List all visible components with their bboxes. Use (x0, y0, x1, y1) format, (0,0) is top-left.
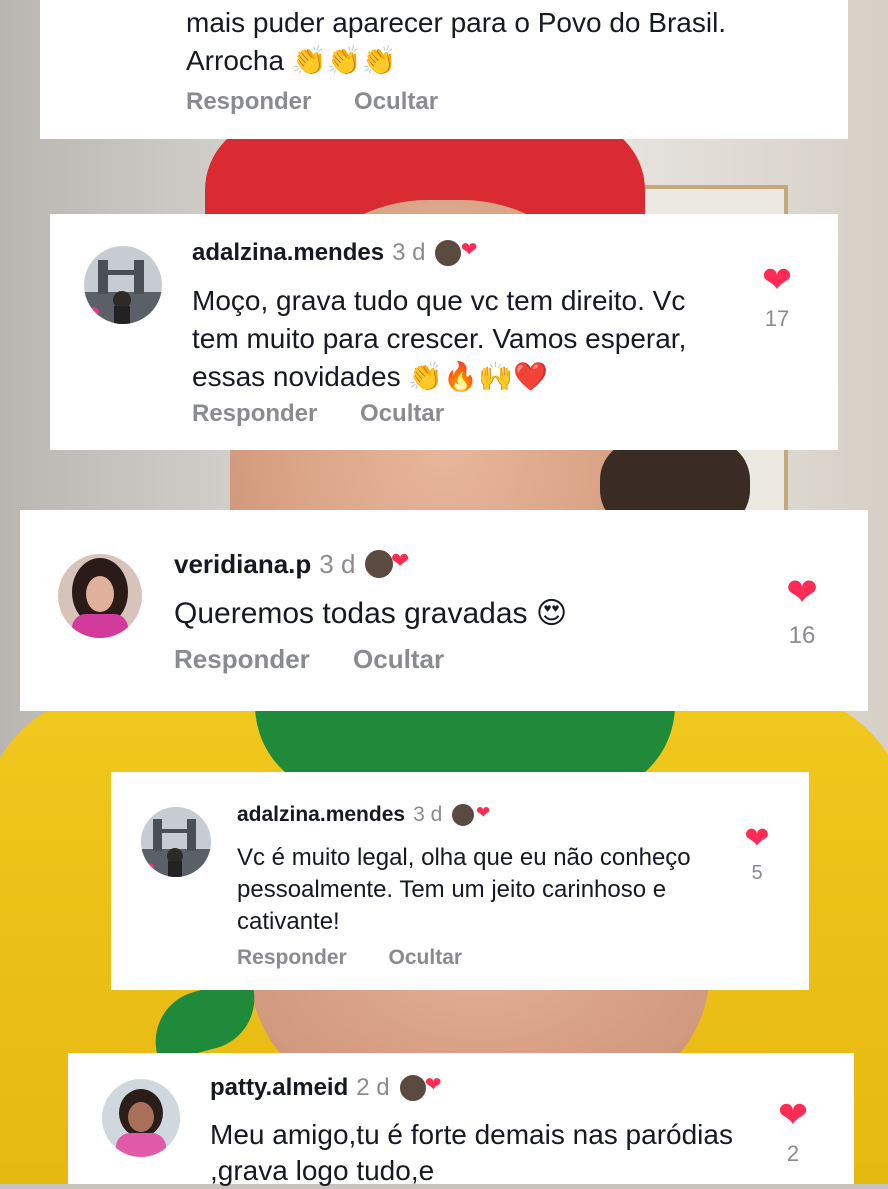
comment-age: 3 d (392, 239, 426, 266)
comment-card: patty.almeid 2 d ❤ Meu amigo,tu é forte … (68, 1053, 854, 1186)
hide-button[interactable]: Ocultar (354, 88, 438, 115)
avatar[interactable] (102, 1079, 180, 1157)
creator-liked-badge-icon: ❤ (433, 238, 477, 268)
like-button[interactable]: ❤ 2 (768, 1097, 818, 1167)
comment-age: 3 d (319, 548, 356, 579)
comment-card: adalzina.mendes 3 d ❤ Moço, grava tudo q… (50, 214, 838, 450)
like-count: 16 (788, 622, 816, 649)
creator-liked-badge-icon: ❤ (363, 548, 409, 580)
heart-icon: ❤ (777, 1094, 809, 1135)
comment-text: Vc é muito legal, olha que eu não conheç… (237, 844, 691, 935)
creator-liked-badge-icon: ❤ (450, 802, 490, 828)
reply-button[interactable]: Responder (186, 88, 311, 115)
hide-button[interactable]: Ocultar (389, 946, 463, 969)
reply-button[interactable]: Responder (174, 644, 310, 674)
like-button[interactable]: ❤ 17 (752, 262, 802, 332)
like-button[interactable]: ❤ 16 (776, 574, 828, 650)
comment-actions: Responder Ocultar (237, 946, 462, 970)
avatar[interactable] (84, 246, 162, 324)
username[interactable]: veridiana.p (174, 549, 311, 580)
comment-text: Queremos todas gravadas 😍 (174, 597, 568, 630)
like-count: 5 (751, 862, 763, 884)
comment-text: Meu amigo,tu é forte demais nas paródias… (210, 1119, 733, 1186)
heart-icon: ❤ (744, 822, 770, 855)
hide-button[interactable]: Ocultar (360, 400, 444, 427)
comment-actions: Responder Ocultar (192, 400, 444, 428)
creator-liked-badge-icon: ❤ (397, 1073, 442, 1103)
like-count: 17 (764, 306, 790, 331)
heart-icon: ❤ (786, 572, 818, 614)
heart-icon: ❤ (761, 259, 793, 300)
comment-meta: adalzina.mendes 3 d ❤ (192, 238, 477, 268)
reply-button[interactable]: Responder (237, 946, 347, 969)
hide-button[interactable]: Ocultar (353, 644, 444, 674)
like-button[interactable]: ❤ 5 (735, 824, 779, 885)
avatar[interactable] (58, 554, 142, 638)
comment-card-truncated: mais puder aparecer para o Povo do Brasi… (40, 0, 848, 139)
reply-button[interactable]: Responder (192, 400, 317, 427)
comment-meta: veridiana.p 3 d ❤ (174, 548, 409, 580)
comment-actions: Responder Ocultar (186, 88, 438, 116)
username[interactable]: patty.almeid (210, 1074, 348, 1102)
username[interactable]: adalzina.mendes (192, 239, 384, 267)
comment-age: 3 d (413, 803, 443, 826)
username[interactable]: adalzina.mendes (237, 803, 405, 827)
comment-text: Moço, grava tudo que vc tem direito. Vc … (192, 285, 687, 392)
comment-card: veridiana.p 3 d ❤ Queremos todas gravada… (20, 510, 868, 711)
comment-card: adalzina.mendes 3 d ❤ Vc é muito legal, … (111, 772, 809, 990)
comment-text: mais puder aparecer para o Povo do Brasi… (186, 7, 727, 76)
comment-age: 2 d (356, 1074, 390, 1101)
comment-actions: Responder Ocultar (174, 644, 444, 675)
comment-meta: adalzina.mendes 3 d ❤ (237, 802, 490, 828)
avatar[interactable] (141, 807, 211, 877)
comment-meta: patty.almeid 2 d ❤ (210, 1073, 442, 1103)
like-count: 2 (786, 1141, 800, 1166)
